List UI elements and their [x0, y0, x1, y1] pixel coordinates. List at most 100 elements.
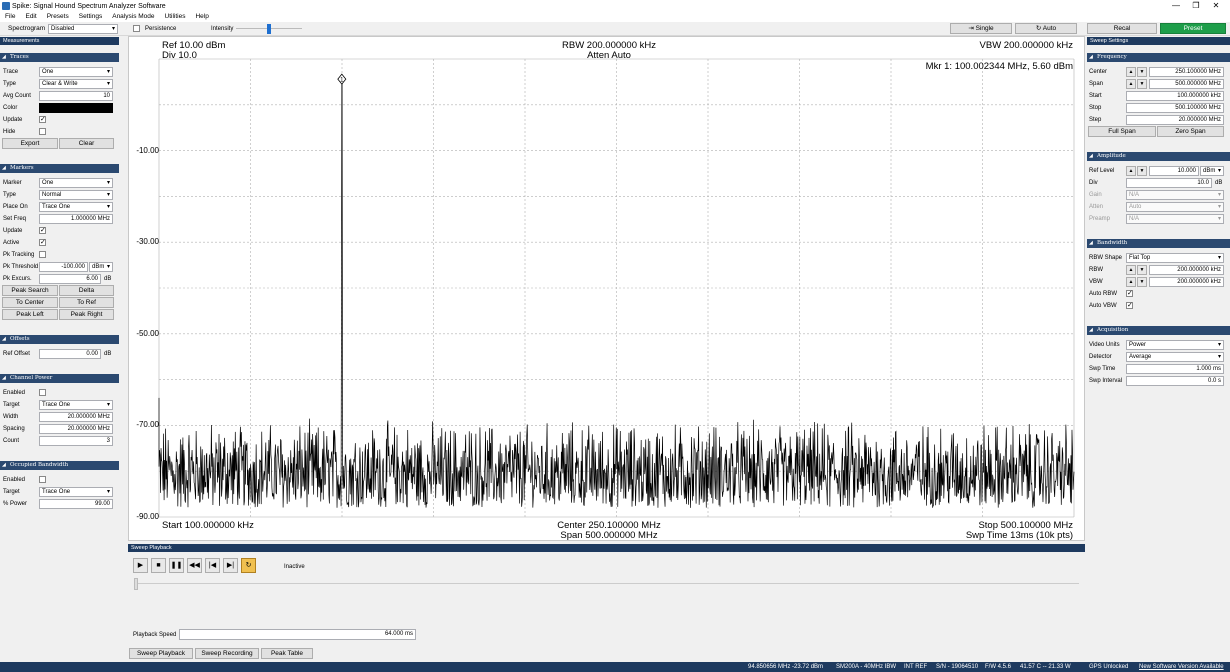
obw-enabled-checkbox[interactable] — [39, 476, 46, 483]
marker-select[interactable]: One — [39, 178, 113, 188]
menu-settings[interactable]: Settings — [74, 12, 108, 22]
vbw-down-icon[interactable]: ▼ — [1137, 277, 1147, 287]
playback-slider-track[interactable] — [134, 583, 1079, 584]
pk-threshold-unit-select[interactable]: dBm — [89, 262, 113, 272]
marker-update-checkbox[interactable] — [39, 226, 46, 235]
offsets-section-header[interactable]: Offsets — [0, 335, 119, 344]
rbw-input[interactable]: 200.000000 kHz — [1149, 265, 1224, 275]
acquisition-section-header[interactable]: Acquisition — [1087, 326, 1230, 335]
frequency-section-header[interactable]: Frequency — [1087, 53, 1230, 62]
pk-tracking-checkbox[interactable] — [39, 251, 46, 258]
spectrum-svg[interactable]: 1 — [129, 37, 1086, 542]
bandwidth-section-header[interactable]: Bandwidth — [1087, 239, 1230, 248]
vbw-up-icon[interactable]: ▲ — [1126, 277, 1136, 287]
rbw-up-icon[interactable]: ▲ — [1126, 265, 1136, 275]
cp-spacing-input[interactable]: 20.000000 MHz — [39, 424, 113, 434]
set-freq-input[interactable]: 1.000000 MHz — [39, 214, 113, 224]
div-input[interactable]: 10.0 — [1126, 178, 1212, 188]
ref-unit-select[interactable]: dBm — [1200, 166, 1224, 176]
obw-power-input[interactable]: 99.00 — [39, 499, 113, 509]
preamp-select[interactable]: N/A — [1126, 214, 1224, 224]
trace-type-select[interactable]: Clear & Write — [39, 79, 113, 89]
ref-level-input[interactable]: 10.000 — [1149, 166, 1199, 176]
playback-slider-thumb[interactable] — [134, 578, 138, 590]
center-down-icon[interactable]: ▼ — [1137, 67, 1147, 77]
atten-select[interactable]: Auto — [1126, 202, 1224, 212]
pause-icon[interactable]: ❚❚ — [169, 558, 184, 573]
cp-width-input[interactable]: 20.000000 MHz — [39, 412, 113, 422]
to-ref-button[interactable]: To Ref — [59, 297, 114, 308]
trace-color-swatch[interactable] — [39, 103, 113, 113]
close-icon[interactable]: ✕ — [1202, 0, 1230, 12]
intensity-slider-thumb[interactable] — [267, 24, 271, 34]
rbw-down-icon[interactable]: ▼ — [1137, 265, 1147, 275]
tab-sweep-recording[interactable]: Sweep Recording — [195, 648, 259, 659]
tab-sweep-playback[interactable]: Sweep Playback — [129, 648, 193, 659]
video-units-select[interactable]: Power — [1126, 340, 1224, 350]
traces-section-header[interactable]: Traces — [0, 53, 119, 62]
menu-analysis-mode[interactable]: Analysis Mode — [107, 12, 159, 22]
span-down-icon[interactable]: ▼ — [1137, 79, 1147, 89]
occupied-bandwidth-section-header[interactable]: Occupied Bandwidth — [0, 461, 119, 470]
delta-button[interactable]: Delta — [59, 285, 114, 296]
menu-edit[interactable]: Edit — [20, 12, 41, 22]
step-input[interactable]: 20.000000 MHz — [1126, 115, 1224, 125]
marker-type-select[interactable]: Normal — [39, 190, 113, 200]
play-icon[interactable]: ▶ — [133, 558, 148, 573]
center-up-icon[interactable]: ▲ — [1126, 67, 1136, 77]
peak-search-button[interactable]: Peak Search — [2, 285, 58, 296]
auto-rbw-checkbox[interactable] — [1126, 289, 1133, 298]
gain-select[interactable]: N/A — [1126, 190, 1224, 200]
auto-button[interactable]: ↻ Auto — [1015, 23, 1077, 34]
tab-peak-table[interactable]: Peak Table — [261, 648, 313, 659]
cp-count-input[interactable]: 3 — [39, 436, 113, 446]
avg-count-input[interactable]: 10 — [39, 91, 113, 101]
zero-span-button[interactable]: Zero Span — [1157, 126, 1224, 137]
menu-file[interactable]: File — [0, 12, 20, 22]
trace-select[interactable]: One — [39, 67, 113, 77]
swp-time-input[interactable]: 1.000 ms — [1126, 364, 1224, 374]
hide-checkbox[interactable] — [39, 128, 46, 135]
markers-section-header[interactable]: Markers — [0, 164, 119, 173]
span-input[interactable]: 500.000000 MHz — [1149, 79, 1224, 89]
loop-icon[interactable]: ↻ — [241, 558, 256, 573]
recal-button[interactable]: Recal — [1087, 23, 1157, 34]
menu-utilities[interactable]: Utilities — [160, 12, 191, 22]
detector-select[interactable]: Average — [1126, 352, 1224, 362]
pk-excursion-input[interactable]: 6.00 — [39, 274, 101, 284]
swp-interval-input[interactable]: 0.0 s — [1126, 376, 1224, 386]
rewind-icon[interactable]: ◀◀ — [187, 558, 202, 573]
clear-button[interactable]: Clear — [59, 138, 114, 149]
single-button[interactable]: ⇥ Single — [950, 23, 1012, 34]
playback-speed-input[interactable]: 64.000 ms — [179, 629, 416, 640]
peak-left-button[interactable]: Peak Left — [2, 309, 58, 320]
cp-enabled-checkbox[interactable] — [39, 389, 46, 396]
stop-icon[interactable]: ■ — [151, 558, 166, 573]
new-version-link[interactable]: New Software Version Available — [1139, 662, 1224, 672]
spectrogram-select[interactable]: Disabled — [48, 24, 118, 34]
peak-right-button[interactable]: Peak Right — [59, 309, 114, 320]
channel-power-section-header[interactable]: Channel Power — [0, 374, 119, 383]
skip-forward-icon[interactable]: ▶| — [223, 558, 238, 573]
vbw-input[interactable]: 200.000000 kHz — [1149, 277, 1224, 287]
ref-down-icon[interactable]: ▼ — [1137, 166, 1147, 176]
menu-help[interactable]: Help — [190, 12, 213, 22]
auto-vbw-checkbox[interactable] — [1126, 301, 1133, 310]
stop-input[interactable]: 500.100000 MHz — [1126, 103, 1224, 113]
export-button[interactable]: Export — [2, 138, 58, 149]
obw-target-select[interactable]: Trace One — [39, 487, 113, 497]
start-input[interactable]: 100.000000 kHz — [1126, 91, 1224, 101]
to-center-button[interactable]: To Center — [2, 297, 58, 308]
spectrum-plot[interactable]: 1 Ref 10.00 dBm Div 10.0 RBW 200.000000 … — [128, 36, 1085, 541]
place-on-select[interactable]: Trace One — [39, 202, 113, 212]
span-up-icon[interactable]: ▲ — [1126, 79, 1136, 89]
preset-button[interactable]: Preset — [1160, 23, 1226, 34]
full-span-button[interactable]: Full Span — [1088, 126, 1156, 137]
center-input[interactable]: 250.100000 MHz — [1149, 67, 1224, 77]
amplitude-section-header[interactable]: Amplitude — [1087, 152, 1230, 161]
ref-up-icon[interactable]: ▲ — [1126, 166, 1136, 176]
skip-back-icon[interactable]: |◀ — [205, 558, 220, 573]
pk-threshold-input[interactable]: -100.000 — [39, 262, 88, 272]
update-checkbox[interactable] — [39, 115, 46, 124]
cp-target-select[interactable]: Trace One — [39, 400, 113, 410]
